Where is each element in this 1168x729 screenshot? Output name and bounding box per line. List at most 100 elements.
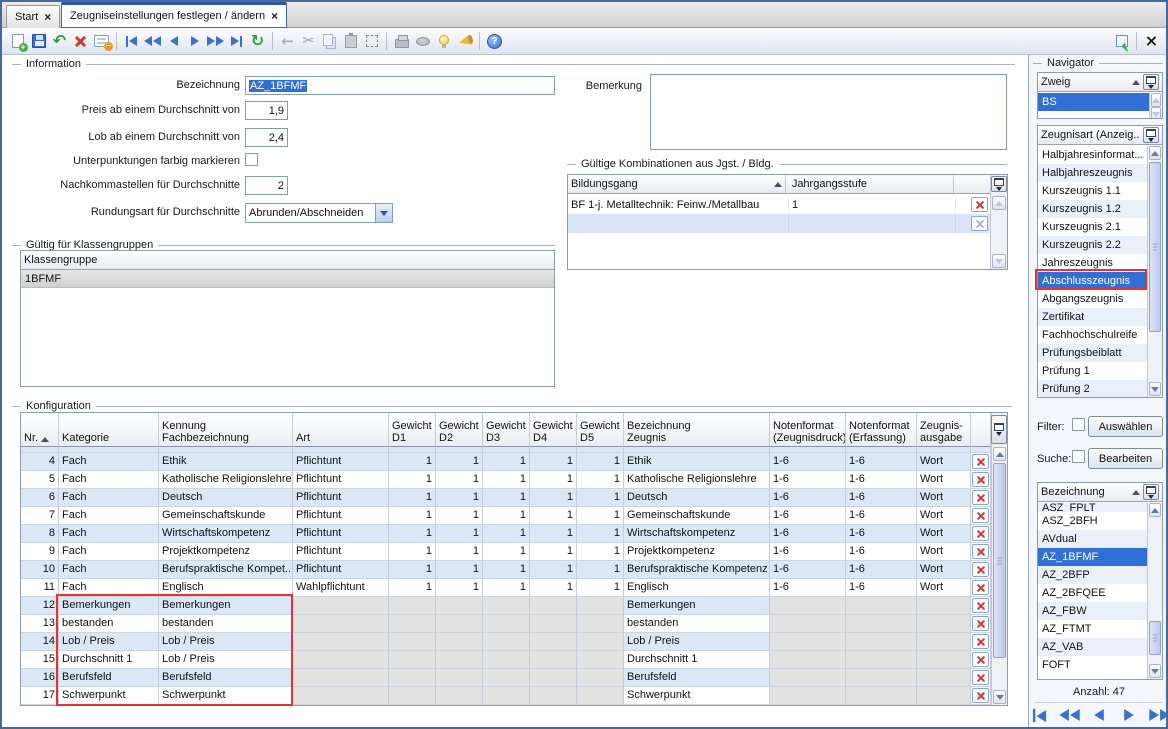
table-row[interactable]: 14Lob / PreisLob / PreisLob / Preis <box>21 633 991 651</box>
zweig-item[interactable]: BS <box>1038 93 1149 111</box>
record-nav-prev-button[interactable] <box>1089 705 1109 725</box>
zeugnisart-item[interactable]: Kurszeugnis 2.1 <box>1038 218 1147 236</box>
delete-row-button[interactable] <box>972 688 989 703</box>
print-preview-button[interactable] <box>412 31 433 52</box>
record-nav-fast-next-button[interactable] <box>1149 705 1168 725</box>
bezeichnung-item[interactable]: AZ_2BFP <box>1038 566 1147 584</box>
delete-row-button[interactable] <box>972 670 989 685</box>
scroll-up-button[interactable] <box>1149 146 1161 160</box>
table-row[interactable]: 5FachKatholische ReligionslehrePflichtun… <box>21 471 991 489</box>
rundungsart-select[interactable]: Abrunden/Abschneiden <box>245 203 393 223</box>
rundungsart-dropdown-icon[interactable] <box>375 204 392 222</box>
preis-field[interactable]: 1,9 <box>245 101 288 120</box>
column-header-art[interactable]: Art <box>293 413 389 447</box>
klassengruppe-row[interactable]: 1BFMF <box>21 270 554 288</box>
hint-button[interactable] <box>433 31 454 52</box>
record-nav-first-button[interactable] <box>1029 705 1049 725</box>
delete-row-button[interactable] <box>972 544 989 559</box>
zeugnisart-item[interactable]: Abschlusszeugnis <box>1038 272 1147 290</box>
nav-fast-prev-button[interactable] <box>142 31 163 52</box>
column-header-nf_druck[interactable]: Notenformat (Zeugnisdruck) <box>770 413 846 447</box>
scroll-up-button[interactable] <box>993 447 1006 461</box>
delete-row-button[interactable] <box>972 616 989 631</box>
table-row[interactable]: 13bestandenbestandenbestanden <box>21 615 991 633</box>
tab-zeugniseinstellungen[interactable]: Zeugniseinstellungen festlegen / ändern … <box>61 2 287 28</box>
bezeichnung-item[interactable]: AVdual <box>1038 530 1147 548</box>
column-header-bezeichnung[interactable]: Bezeichnung <box>1041 486 1129 498</box>
delete-row-button[interactable] <box>972 454 989 469</box>
table-row[interactable]: 17SchwerpunktSchwerpunktSchwerpunkt <box>21 687 991 705</box>
bezeichnung-item[interactable]: AZ_1BFMF <box>1038 548 1147 566</box>
zeugnisart-item[interactable]: Kurszeugnis 2.2 <box>1038 236 1147 254</box>
nachkommastellen-field[interactable]: 2 <box>245 176 288 195</box>
copy-button[interactable] <box>319 31 340 52</box>
scroll-down-button[interactable] <box>1151 107 1161 119</box>
delete-row-button[interactable] <box>972 526 989 541</box>
zeugnisart-item[interactable]: Prüfungsbeiblatt <box>1038 344 1147 362</box>
zeugnisart-item[interactable]: Halbjahresinformat... <box>1038 146 1147 164</box>
nav-first-button[interactable] <box>121 31 142 52</box>
zeugnisart-item[interactable]: Prüfung 1 <box>1038 362 1147 380</box>
table-row[interactable]: 7FachGemeinschaftskundePflichtunt11111Ge… <box>21 507 991 525</box>
zweig-column-config-button[interactable] <box>1143 74 1159 90</box>
delete-row-button[interactable] <box>972 562 989 577</box>
column-header-jahrgangsstufe[interactable]: Jahrgangsstufe <box>789 175 954 193</box>
bezeichnung-scrollbar[interactable] <box>1147 503 1162 679</box>
form-remove-button[interactable] <box>91 31 112 52</box>
switch-view-button[interactable] <box>1111 31 1132 52</box>
scroll-up-button[interactable] <box>1151 93 1161 107</box>
suche-bearbeiten-button[interactable]: Bearbeiten <box>1088 448 1163 469</box>
zeugnisart-item[interactable]: Kurszeugnis 1.1 <box>1038 182 1147 200</box>
bezeichnung-field[interactable]: AZ_1BFMF <box>245 76 555 95</box>
column-header-klassengruppe[interactable]: Klassengruppe <box>24 254 551 266</box>
kombinationen-column-config-button[interactable] <box>991 176 1007 192</box>
column-header-bezeichnung[interactable]: Bezeichnung Zeugnis <box>624 413 770 447</box>
column-header-nf_erfassung[interactable]: Notenformat (Erfassung) <box>846 413 917 447</box>
scroll-down-button[interactable] <box>1149 664 1161 678</box>
nav-next-button[interactable] <box>184 31 205 52</box>
column-header-d4[interactable]: Gewicht D4 <box>530 413 577 447</box>
scroll-up-button[interactable] <box>1149 503 1161 517</box>
bemerkung-field[interactable] <box>650 74 1007 150</box>
column-header-d3[interactable]: Gewicht D3 <box>483 413 530 447</box>
scroll-down-button[interactable] <box>993 690 1006 704</box>
select-region-button[interactable] <box>361 31 382 52</box>
scroll-up-button[interactable] <box>992 196 1006 210</box>
column-header-d1[interactable]: Gewicht D1 <box>389 413 436 447</box>
scrollbar-thumb[interactable] <box>1149 621 1161 655</box>
table-row[interactable]: BF 1-j. Metalltechnik: Feinw./Metallbau1 <box>568 195 990 214</box>
tab-start-close-icon[interactable]: × <box>44 11 51 23</box>
table-row[interactable]: 6FachDeutschPflichtunt11111Deutsch1-61-6… <box>21 489 991 507</box>
bezeichnung-item[interactable]: ASZ_FPLT <box>1038 503 1147 512</box>
kombinationen-scrollbar[interactable] <box>990 175 1007 269</box>
bezeichnung-item[interactable]: AZ_FTMT <box>1038 620 1147 638</box>
tab-start[interactable]: Start × <box>6 5 60 28</box>
record-nav-fast-prev-button[interactable] <box>1059 705 1079 725</box>
cut-button[interactable]: ✂ <box>298 31 319 52</box>
zeugnisart-item[interactable]: Kurszeugnis 1.2 <box>1038 200 1147 218</box>
nav-prev-button[interactable] <box>163 31 184 52</box>
column-header-kategorie[interactable]: Kategorie <box>59 413 159 447</box>
table-row[interactable]: 16BerufsfeldBerufsfeldBerufsfeld <box>21 669 991 687</box>
delete-row-button[interactable] <box>972 490 989 505</box>
konfiguration-scrollbar[interactable] <box>991 413 1007 705</box>
zeugnisart-item[interactable]: Zertifikat <box>1038 308 1147 326</box>
bezeichnung-item[interactable]: ASZ_2BFH <box>1038 512 1147 530</box>
back-button[interactable]: ← <box>277 31 298 52</box>
delete-row-button[interactable] <box>972 472 989 487</box>
table-row[interactable]: 10FachBerufspraktische Kompet...Pflichtu… <box>21 561 991 579</box>
zeugnisart-column-config-button[interactable] <box>1143 127 1159 143</box>
record-nav-next-button[interactable] <box>1119 705 1139 725</box>
table-row-empty[interactable] <box>568 214 990 233</box>
delete-row-button[interactable] <box>972 634 989 649</box>
undo-button[interactable]: ↶ <box>49 31 70 52</box>
column-header-nr[interactable]: Nr. <box>21 413 59 447</box>
delete-row-button[interactable] <box>972 598 989 613</box>
refresh-button[interactable]: ↻ <box>247 31 268 52</box>
unterpunktungen-checkbox[interactable] <box>245 153 258 166</box>
zeugnisart-item[interactable]: Jahreszeugnis <box>1038 254 1147 272</box>
delete-row-button[interactable] <box>972 652 989 667</box>
column-header-kennung[interactable]: Kennung Fachbezeichnung <box>159 413 293 447</box>
table-row[interactable]: 8FachWirtschaftskompetenzPflichtunt11111… <box>21 525 991 543</box>
delete-row-button[interactable] <box>971 197 988 212</box>
